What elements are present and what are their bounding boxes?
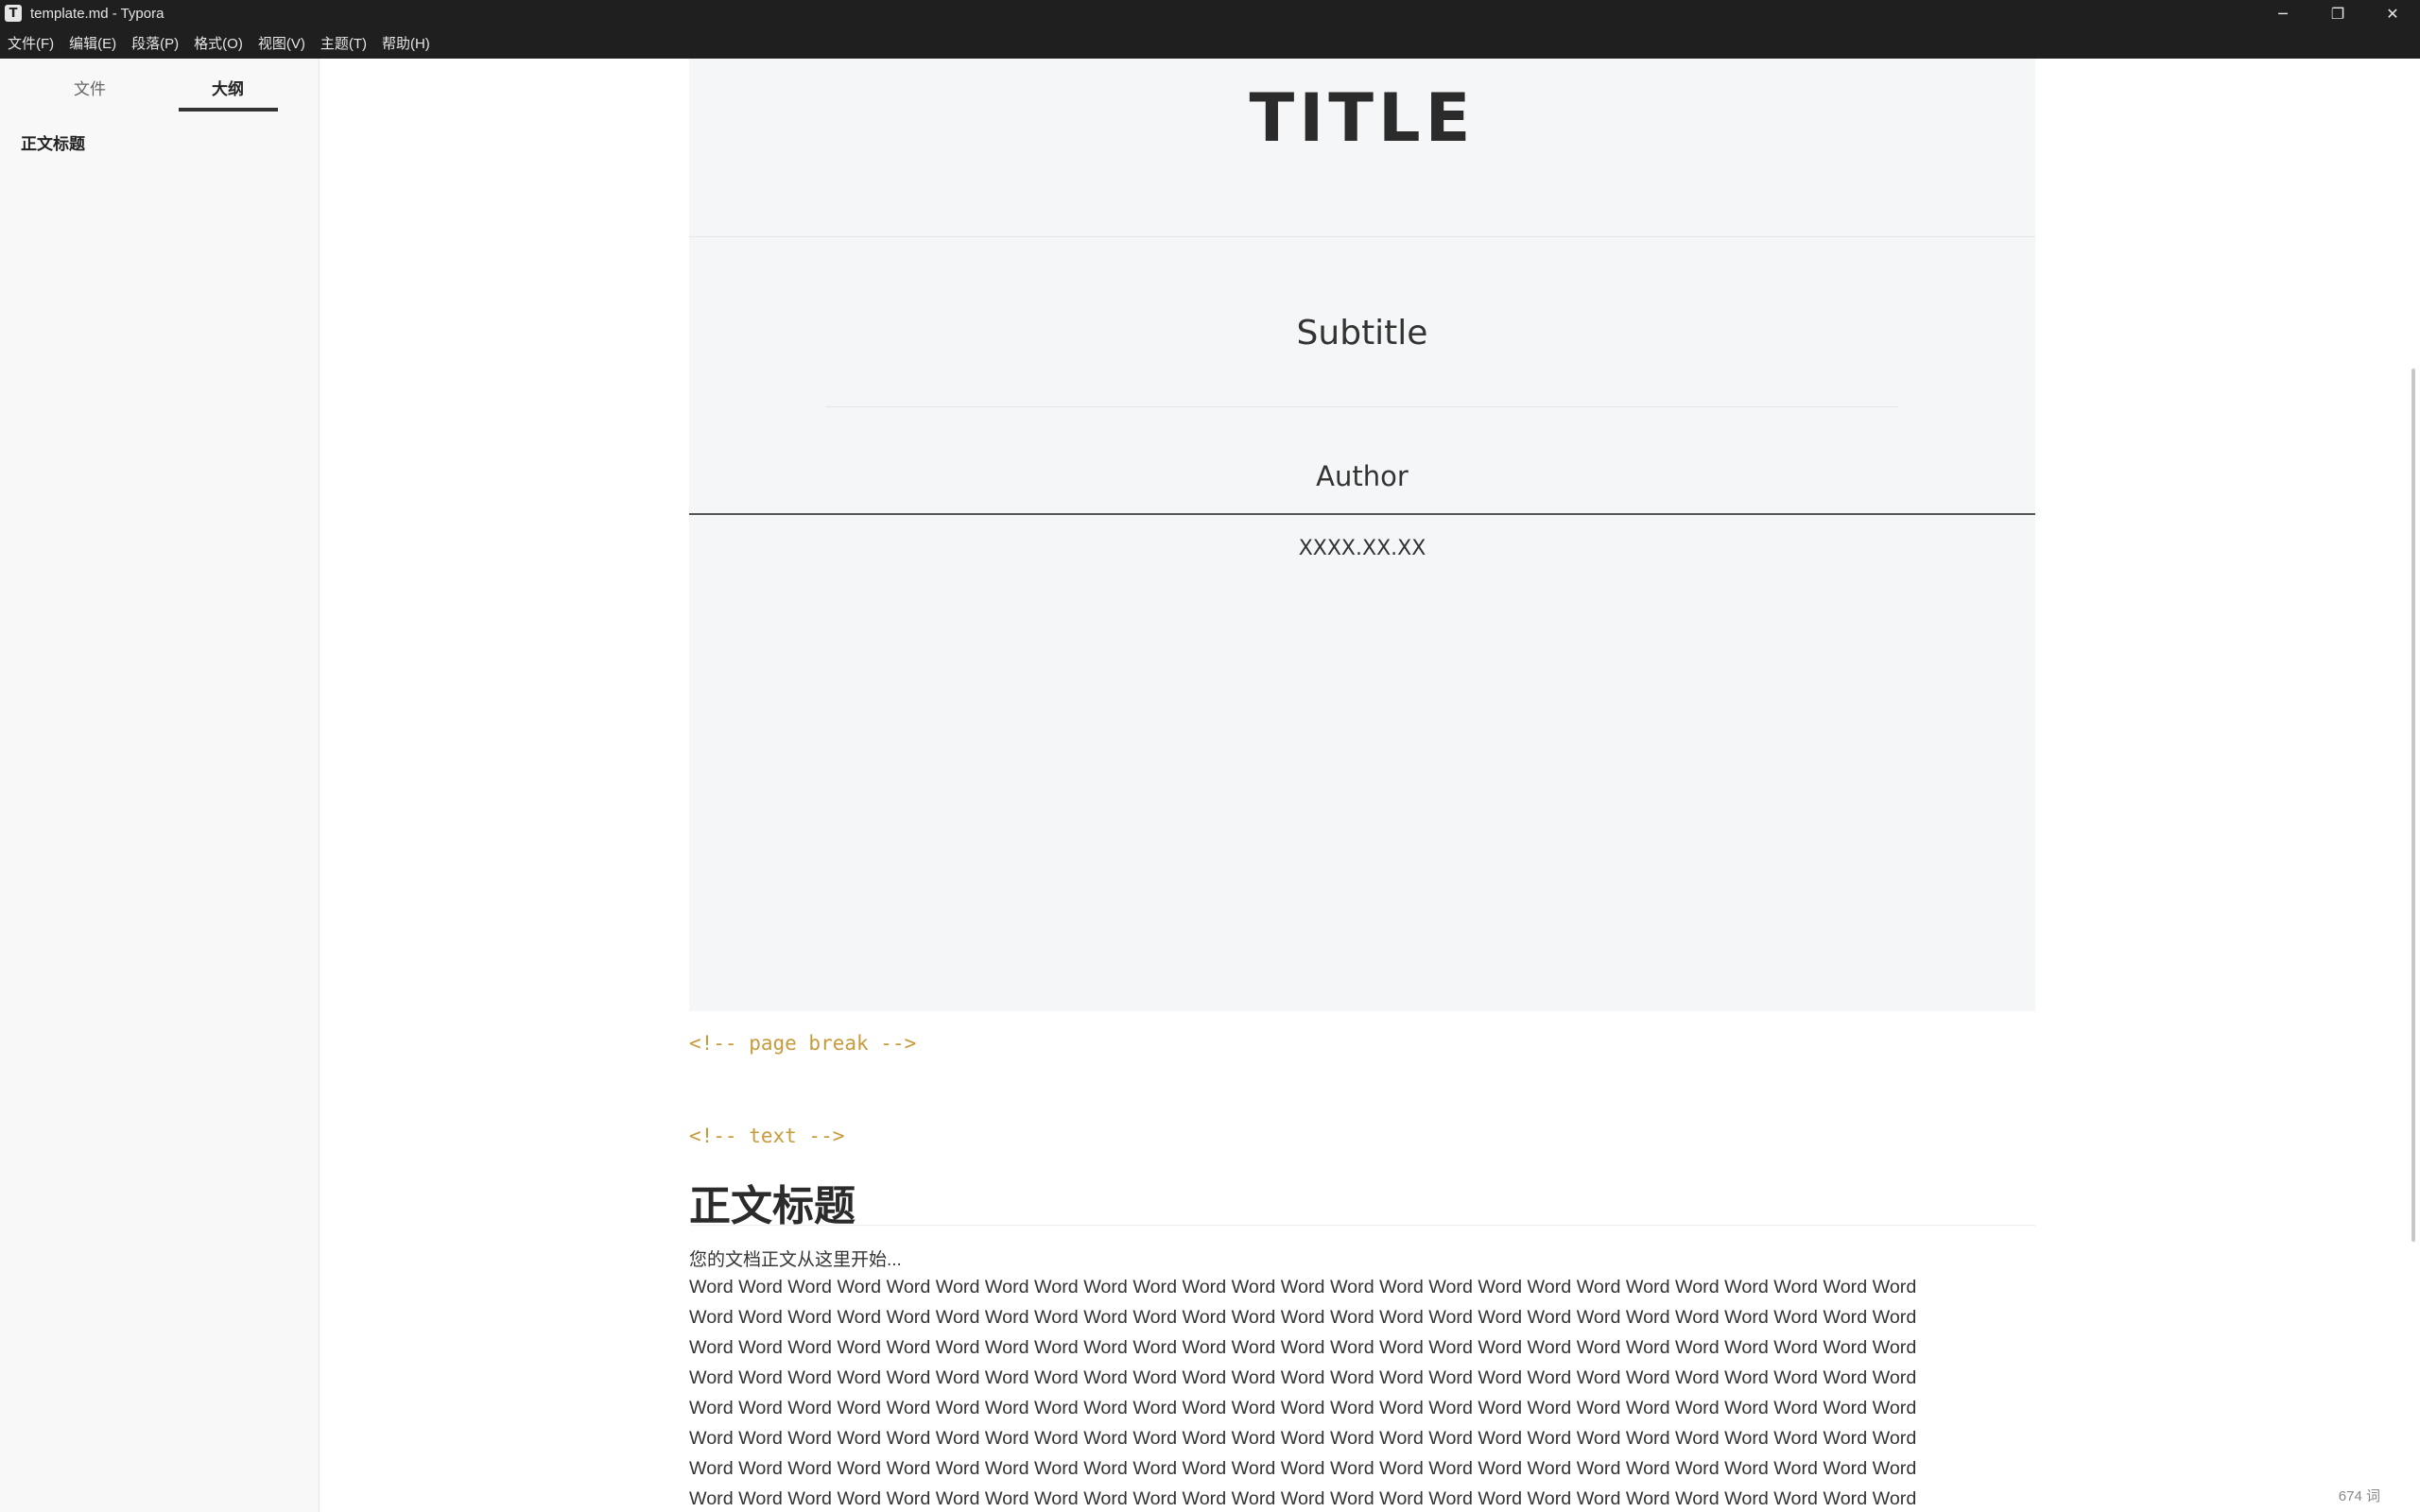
body-intro: 您的文档正文从这里开始... (689, 1250, 902, 1270)
word-line: Word Word Word Word Word Word Word Word … (689, 1398, 1917, 1418)
menu-theme[interactable]: 主题(T) (320, 33, 367, 53)
scrollbar[interactable] (2409, 59, 2420, 1512)
word-line: Word Word Word Word Word Word Word Word … (689, 1458, 1917, 1479)
scrollbar-thumb[interactable] (2411, 369, 2415, 1242)
body-paragraph: Word Word Word Word Word Word Word Word … (689, 1272, 2035, 1512)
word-line: Word Word Word Word Word Word Word Word … (689, 1367, 1917, 1388)
word-line: Word Word Word Word Word Word Word Word … (689, 1307, 1917, 1328)
divider (689, 236, 2035, 237)
tab-outline[interactable]: 大纲 (212, 76, 244, 99)
page-break-comment: <!-- page break --> (689, 1032, 917, 1055)
word-line: Word Word Word Word Word Word Word Word … (689, 1488, 1917, 1509)
menu-file[interactable]: 文件(F) (8, 33, 54, 53)
word-line: Word Word Word Word Word Word Word Word … (689, 1428, 1917, 1449)
sidebar: 文件 大纲 正文标题 (0, 59, 320, 1512)
close-button[interactable]: ✕ (2365, 0, 2420, 26)
divider (689, 513, 2035, 515)
minimize-button[interactable]: ─ (2256, 0, 2310, 26)
cover-author: Author (1316, 460, 1409, 492)
cover-title: TITLE (1249, 79, 1476, 157)
menu-view[interactable]: 视图(V) (258, 33, 305, 53)
restore-button[interactable]: ❐ (2310, 0, 2365, 26)
cover-page: TITLE Subtitle Author XXXX.XX.XX (689, 59, 2035, 1011)
menu-help[interactable]: 帮助(H) (382, 33, 430, 53)
cover-date: XXXX.XX.XX (1298, 537, 1426, 560)
window-title: template.md - Typora (30, 5, 164, 22)
sidebar-tabs: 文件 大纲 (0, 59, 319, 115)
body-heading: 正文标题 (689, 1182, 856, 1230)
menu-edit[interactable]: 编辑(E) (69, 33, 116, 53)
menu-paragraph[interactable]: 段落(P) (131, 33, 179, 53)
tab-files[interactable]: 文件 (74, 76, 106, 99)
editor-area[interactable]: TITLE Subtitle Author XXXX.XX.XX <!-- pa… (320, 59, 2410, 1512)
window-controls: ─ ❐ ✕ (2256, 0, 2420, 26)
divider (826, 406, 1898, 407)
typora-app-icon: T (5, 5, 22, 22)
text-comment: <!-- text --> (689, 1125, 845, 1147)
menu-format[interactable]: 格式(O) (194, 33, 243, 53)
title-bar: T template.md - Typora ─ ❐ ✕ (0, 0, 2420, 26)
word-line: Word Word Word Word Word Word Word Word … (689, 1337, 1917, 1358)
outline-item-heading[interactable]: 正文标题 (21, 130, 85, 154)
menu-bar: 文件(F) 编辑(E) 段落(P) 格式(O) 视图(V) 主题(T) 帮助(H… (0, 26, 2420, 59)
word-count[interactable]: 674 词 (2339, 1486, 2380, 1505)
word-line: Word Word Word Word Word Word Word Word … (689, 1277, 1917, 1297)
heading-underline (689, 1225, 2035, 1226)
active-tab-indicator (179, 108, 278, 112)
cover-subtitle: Subtitle (1296, 314, 1428, 352)
